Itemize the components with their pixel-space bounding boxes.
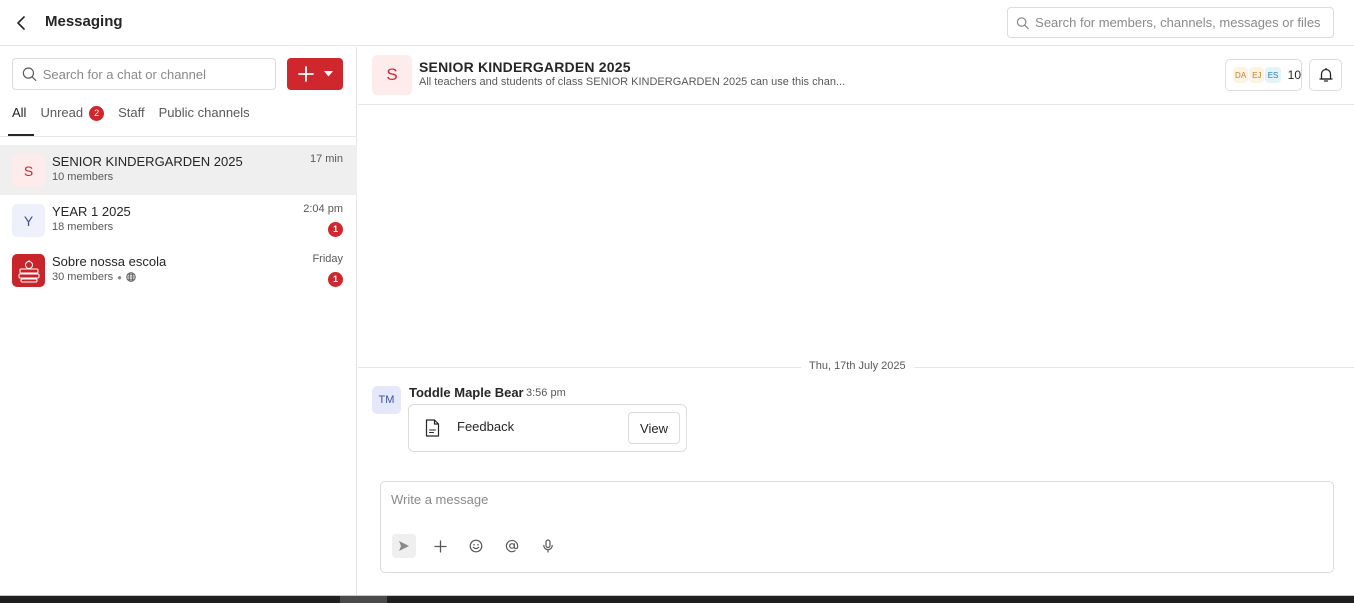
tab-label: Unread — [40, 105, 84, 120]
member-count-text: 30 members — [52, 271, 114, 283]
chat-name: Sobre nossa escola — [52, 254, 167, 269]
tab-staff[interactable]: Staff — [118, 103, 145, 136]
send-icon — [399, 541, 409, 551]
search-icon — [1016, 16, 1029, 29]
new-chat-button[interactable] — [287, 58, 343, 90]
chat-list-item[interactable]: Y YEAR 1 2025 18 members 2:04 pm 1 — [0, 195, 357, 245]
tab-public-channels[interactable]: Public channels — [159, 103, 250, 136]
divider — [0, 136, 357, 137]
message-composer — [380, 481, 1334, 573]
chat-filter-tabs: All Unread 2 Staff Public channels — [7, 103, 250, 137]
notifications-button[interactable] — [1309, 59, 1342, 91]
chat-time: 17 min — [309, 153, 343, 165]
chat-name: SENIOR KINDERGARDEN 2025 — [52, 154, 243, 169]
chat-avatar: Y — [12, 204, 45, 237]
attachment-name: Feedback — [457, 419, 515, 434]
top-bar: Messaging — [0, 0, 1354, 46]
mention-button[interactable] — [500, 534, 524, 558]
microphone-icon — [543, 539, 553, 553]
tab-label: All — [12, 105, 27, 120]
unread-count-badge: 2 — [89, 106, 105, 121]
dot-separator: ● — [117, 272, 122, 282]
file-attachment[interactable]: Feedback View — [408, 404, 687, 452]
tab-label: Public channels — [158, 105, 250, 120]
chevron-left-icon — [17, 16, 25, 30]
caret-down-icon — [323, 71, 333, 77]
message-input[interactable] — [391, 492, 1321, 522]
unread-badge: 1 — [328, 272, 343, 287]
member-count: 10 — [1287, 68, 1302, 82]
message-time: 3:56 pm — [526, 387, 566, 399]
add-attachment-button[interactable] — [428, 534, 452, 558]
chat-search-input[interactable] — [42, 66, 275, 82]
chat-time: 2:04 pm — [303, 203, 343, 215]
channel-description: All teachers and students of class SENIO… — [419, 76, 846, 88]
global-search-input[interactable] — [1035, 15, 1333, 30]
horizontal-scrollbar[interactable] — [0, 595, 1354, 603]
member-count-text: 18 members — [52, 221, 114, 233]
member-avatar: EJ — [1249, 67, 1265, 83]
send-button[interactable] — [392, 534, 416, 558]
view-button[interactable]: View — [628, 412, 680, 444]
channel-header: S SENIOR KINDERGARDEN 2025 All teachers … — [358, 47, 1354, 105]
chat-time: Friday — [312, 253, 343, 265]
bell-icon — [1318, 67, 1333, 82]
globe-icon — [126, 272, 136, 282]
emoji-icon — [469, 539, 483, 553]
document-icon — [425, 419, 440, 437]
tab-label: Staff — [118, 105, 145, 120]
plus-icon — [433, 539, 447, 553]
unread-badge: 1 — [328, 222, 343, 237]
chat-avatar: S — [12, 154, 45, 187]
chat-member-count: 30 members ● — [52, 271, 136, 283]
chat-member-count: 10 members — [52, 171, 113, 183]
channel-avatar: S — [372, 55, 412, 95]
voice-note-button[interactable] — [536, 534, 560, 558]
scrollbar-thumb[interactable] — [340, 596, 387, 603]
chat-list-item[interactable]: S SENIOR KINDERGARDEN 2025 10 members 17… — [0, 145, 357, 195]
school-logo-icon — [12, 254, 45, 287]
message-author-avatar[interactable]: TM — [372, 386, 401, 414]
chat-name: YEAR 1 2025 — [52, 204, 131, 219]
chat-list: S SENIOR KINDERGARDEN 2025 10 members 17… — [0, 145, 357, 295]
page-title: Messaging — [45, 13, 123, 30]
member-avatar: ES — [1265, 67, 1281, 83]
tab-all[interactable]: All — [7, 103, 36, 136]
mention-icon — [505, 539, 519, 553]
chat-sidebar: All Unread 2 Staff Public channels S SEN… — [0, 47, 357, 595]
chat-search-box[interactable] — [12, 58, 276, 90]
chat-list-item[interactable]: Sobre nossa escola 30 members ● Friday 1 — [0, 245, 357, 295]
members-button[interactable]: DA EJ ES 10 — [1225, 59, 1302, 91]
message-author[interactable]: Toddle Maple Bear — [409, 385, 524, 400]
composer-toolbar — [392, 534, 560, 558]
conversation-panel: S SENIOR KINDERGARDEN 2025 All teachers … — [358, 47, 1354, 595]
channel-title[interactable]: SENIOR KINDERGARDEN 2025 — [419, 59, 631, 75]
date-label: Thu, 17th July 2025 — [801, 360, 914, 372]
emoji-button[interactable] — [464, 534, 488, 558]
chat-member-count: 18 members — [52, 221, 113, 233]
plus-icon — [297, 66, 314, 82]
tab-unread[interactable]: Unread 2 — [40, 103, 105, 136]
global-search-box[interactable] — [1007, 7, 1334, 38]
member-count-text: 10 members — [52, 171, 114, 183]
search-icon — [22, 67, 37, 82]
back-button[interactable] — [12, 13, 32, 33]
member-avatar: DA — [1233, 67, 1249, 83]
